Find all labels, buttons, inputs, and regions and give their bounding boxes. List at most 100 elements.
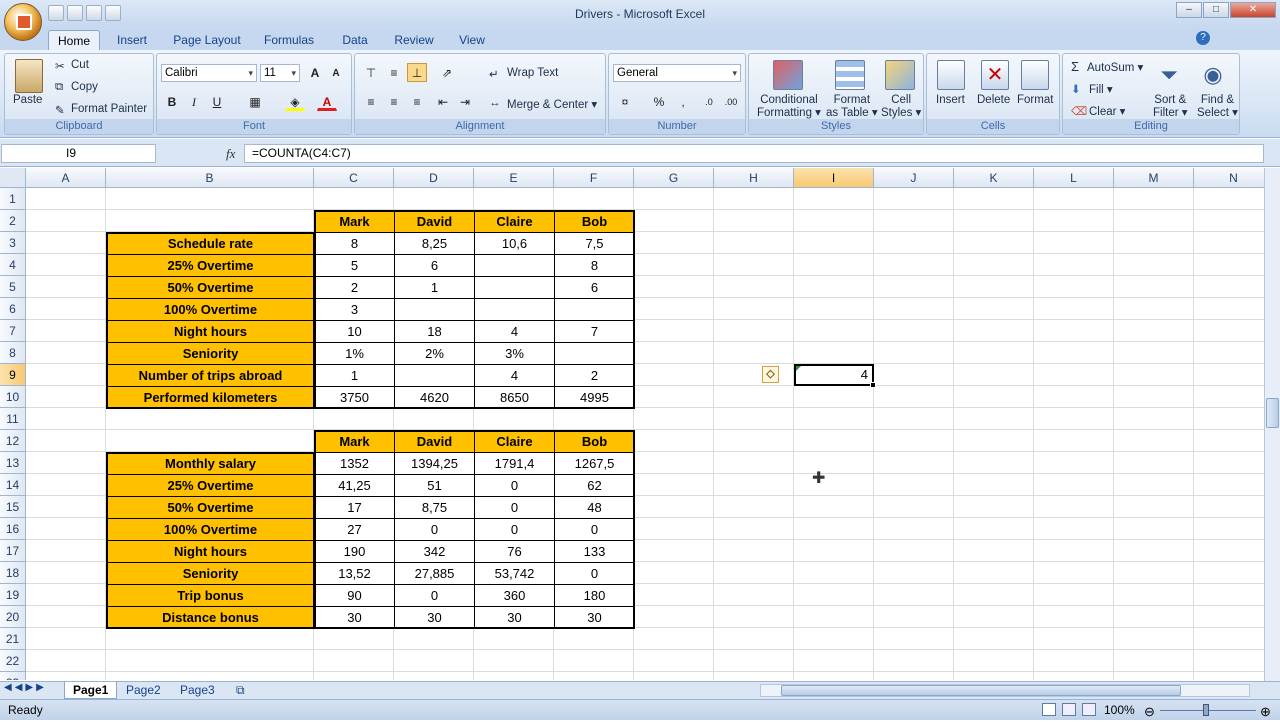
tab-data[interactable]: Data [334, 30, 376, 50]
vertical-scrollbar[interactable] [1264, 168, 1280, 681]
column-header-l[interactable]: L [1034, 168, 1114, 188]
align-middle-icon[interactable]: ≡ [384, 63, 404, 82]
row-header-14[interactable]: 14 [0, 474, 26, 496]
row-label-cell[interactable]: 25% Overtime [106, 474, 315, 497]
data-cell[interactable]: 27,885 [394, 562, 475, 585]
data-cell[interactable]: 51 [394, 474, 475, 497]
wrap-text-button[interactable]: ↵ Wrap Text [489, 67, 558, 81]
data-cell[interactable]: 0 [474, 518, 555, 541]
zoom-out-icon[interactable]: ⊖ [1144, 702, 1155, 722]
percent-icon[interactable]: % [649, 92, 669, 111]
data-cell[interactable]: 30 [314, 606, 395, 629]
column-label-cell[interactable]: Mark [314, 210, 395, 233]
tab-insert[interactable]: Insert [110, 30, 154, 50]
column-header-h[interactable]: H [714, 168, 794, 188]
data-cell[interactable]: 17 [314, 496, 395, 519]
shrink-font-icon[interactable]: A [326, 63, 346, 82]
normal-view-icon[interactable] [1042, 703, 1056, 716]
data-cell[interactable]: 30 [554, 606, 635, 629]
close-button[interactable]: ✕ [1230, 2, 1276, 18]
italic-button[interactable]: I [184, 92, 204, 111]
borders-icon[interactable]: ▦ [245, 92, 265, 111]
data-cell[interactable]: 30 [474, 606, 555, 629]
row-label-cell[interactable]: Distance bonus [106, 606, 315, 629]
column-header-c[interactable]: C [314, 168, 394, 188]
row-label-cell[interactable]: Monthly salary [106, 452, 315, 475]
row-header-4[interactable]: 4 [0, 254, 26, 276]
data-cell[interactable]: 360 [474, 584, 555, 607]
data-cell[interactable]: 6 [394, 254, 475, 277]
page-layout-view-icon[interactable] [1062, 703, 1076, 716]
data-cell[interactable]: 0 [554, 518, 635, 541]
row-label-cell[interactable]: 100% Overtime [106, 298, 315, 321]
data-cell[interactable]: 7,5 [554, 232, 635, 255]
conditional-formatting-button[interactable]: Conditional Formatting ▾ [757, 94, 821, 120]
data-cell[interactable]: 0 [394, 518, 475, 541]
row-header-11[interactable]: 11 [0, 408, 26, 430]
row-header-9[interactable]: 9 [0, 364, 26, 386]
row-header-17[interactable]: 17 [0, 540, 26, 562]
row-header-12[interactable]: 12 [0, 430, 26, 452]
row-label-cell[interactable]: 25% Overtime [106, 254, 315, 277]
data-cell[interactable]: 6 [554, 276, 635, 299]
row-header-19[interactable]: 19 [0, 584, 26, 606]
row-label-cell[interactable]: 100% Overtime [106, 518, 315, 541]
cell-styles-button[interactable]: Cell Styles ▾ [881, 94, 921, 120]
bold-button[interactable]: B [162, 92, 182, 111]
data-cell[interactable]: 76 [474, 540, 555, 563]
column-header-m[interactable]: M [1114, 168, 1194, 188]
data-cell[interactable]: 0 [474, 474, 555, 497]
zoom-slider-thumb[interactable] [1203, 704, 1209, 716]
worksheet-grid[interactable]: A B C D E F G H I J K L M N 1 2 3 4 5 6 7 8 9 10 11 12 13 14 15 16 17 1… [0, 168, 1264, 680]
format-as-table-button[interactable]: Format as Table ▾ [826, 94, 878, 120]
column-label-cell[interactable]: David [394, 430, 475, 453]
tab-view[interactable]: View [452, 30, 492, 50]
row-header-1[interactable]: 1 [0, 188, 26, 210]
data-cell[interactable]: 0 [474, 496, 555, 519]
customize-qat-icon[interactable] [105, 5, 121, 21]
increase-decimal-icon[interactable]: .0 [699, 92, 719, 111]
tab-review[interactable]: Review [390, 30, 438, 50]
help-icon[interactable]: ? [1196, 31, 1210, 45]
tab-formulas[interactable]: Formulas [258, 30, 320, 50]
data-cell[interactable]: 2 [314, 276, 395, 299]
maximize-button[interactable]: □ [1203, 2, 1229, 18]
data-cell[interactable]: 0 [394, 584, 475, 607]
data-cell[interactable]: 0 [554, 562, 635, 585]
select-all-corner[interactable] [0, 168, 26, 188]
data-cell[interactable]: 180 [554, 584, 635, 607]
data-cell[interactable]: 4995 [554, 386, 635, 409]
row-header-16[interactable]: 16 [0, 518, 26, 540]
row-label-cell[interactable]: Night hours [106, 540, 315, 563]
zoom-level[interactable]: 100% [1104, 700, 1135, 720]
row-label-cell[interactable]: Night hours [106, 320, 315, 343]
data-cell[interactable]: 1% [314, 342, 395, 365]
undo-icon[interactable] [67, 5, 83, 21]
column-header-i[interactable]: I [794, 168, 874, 188]
column-header-n[interactable]: N [1194, 168, 1264, 188]
vertical-scroll-thumb[interactable] [1266, 398, 1279, 428]
data-cell[interactable]: 342 [394, 540, 475, 563]
align-left-icon[interactable]: ≡ [361, 92, 381, 111]
row-label-cell[interactable]: 50% Overtime [106, 496, 315, 519]
row-label-cell[interactable]: Seniority [106, 562, 315, 585]
data-cell[interactable] [394, 364, 475, 387]
row-header-6[interactable]: 6 [0, 298, 26, 320]
align-top-icon[interactable]: ⊤ [361, 63, 381, 82]
column-header-g[interactable]: G [634, 168, 714, 188]
data-cell[interactable]: 27 [314, 518, 395, 541]
increase-indent-icon[interactable]: ⇥ [455, 92, 475, 111]
data-cell[interactable]: 3% [474, 342, 555, 365]
data-cell[interactable]: 1 [314, 364, 395, 387]
fill-handle[interactable] [870, 382, 876, 388]
autosum-button[interactable]: Σ AutoSum ▾ [1071, 59, 1143, 74]
fill-button[interactable]: ⬇ Fill ▾ [1071, 82, 1113, 96]
column-header-d[interactable]: D [394, 168, 474, 188]
data-cell[interactable]: 1267,5 [554, 452, 635, 475]
row-header-13[interactable]: 13 [0, 452, 26, 474]
data-cell[interactable]: 13,52 [314, 562, 395, 585]
selected-cell-i9[interactable]: 4 [794, 364, 874, 386]
grow-font-icon[interactable]: A [305, 63, 325, 82]
currency-icon[interactable]: ¤ [615, 92, 635, 111]
data-cell[interactable]: 1352 [314, 452, 395, 475]
